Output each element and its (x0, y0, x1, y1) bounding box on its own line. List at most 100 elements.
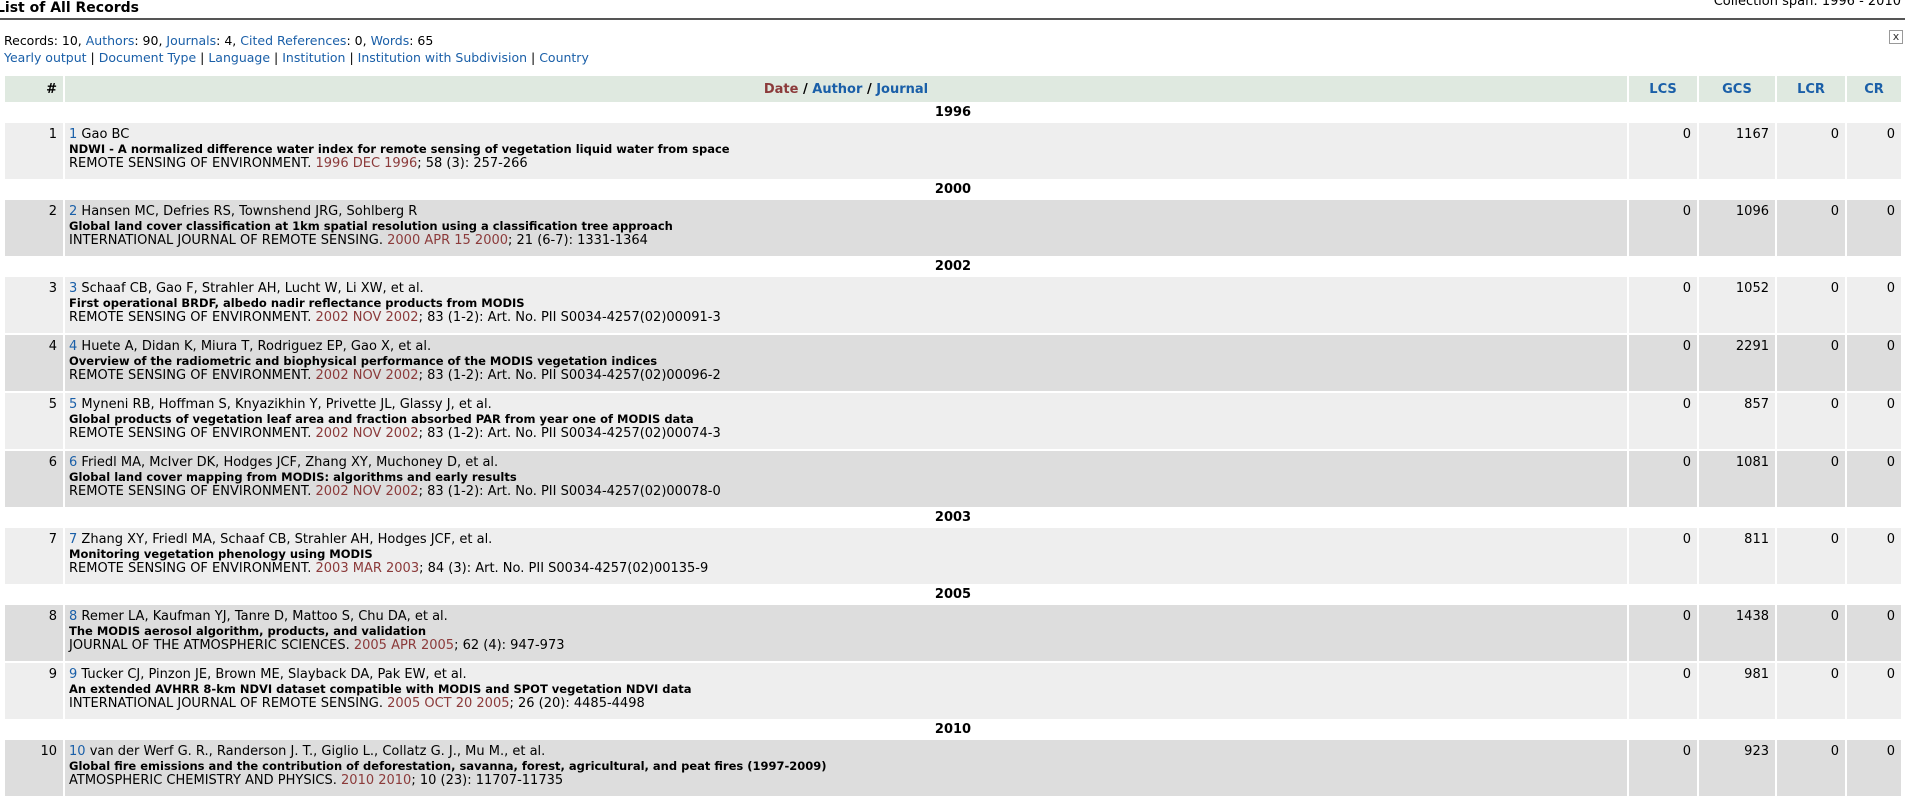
record-number: 1 (5, 123, 63, 179)
record-link[interactable]: 3 (69, 281, 77, 296)
sort-by-cr-link[interactable]: CR (1847, 76, 1901, 102)
record-number: 3 (5, 277, 63, 333)
record-link[interactable]: 7 (69, 532, 77, 547)
lcr-value: 0 (1777, 451, 1845, 507)
record-date: 2002 NOV 2002 (315, 484, 419, 499)
record-date: 2002 NOV 2002 (315, 368, 419, 383)
lcr-value: 0 (1777, 605, 1845, 661)
cr-value: 0 (1847, 451, 1901, 507)
sort-by-date-link[interactable]: Date (764, 82, 799, 97)
cr-value: 0 (1847, 605, 1901, 661)
journals-count: : 4, (216, 33, 237, 48)
sort-by-gcs-link[interactable]: GCS (1699, 76, 1775, 102)
record-source-line: REMOTE SENSING OF ENVIRONMENT. 1996 DEC … (69, 156, 1623, 171)
year-group-row: 2010 (5, 721, 1901, 738)
record-authors-line: 5 Myneni RB, Hoffman S, Knyazikhin Y, Pr… (69, 397, 1623, 412)
year-label: 2003 (5, 509, 1901, 526)
record-authors: Huete A, Didan K, Miura T, Rodriguez EP,… (81, 339, 432, 354)
record-title: The MODIS aerosol algorithm, products, a… (69, 624, 427, 638)
gcs-value: 1096 (1699, 200, 1775, 256)
record-date: 2000 APR 15 2000 (387, 233, 509, 248)
nav-link-institution-with-subdivision[interactable]: Institution with Subdivision (358, 50, 527, 65)
record-link[interactable]: 4 (69, 339, 77, 354)
lcs-value: 0 (1629, 277, 1697, 333)
record-link[interactable]: 5 (69, 397, 77, 412)
lcs-value: 0 (1629, 740, 1697, 796)
year-group-row: 2000 (5, 181, 1901, 198)
record-link[interactable]: 1 (69, 127, 77, 142)
cr-value: 0 (1847, 277, 1901, 333)
record-cell: 1 Gao BC NDWI - A normalized difference w… (65, 123, 1627, 179)
lcs-value: 0 (1629, 393, 1697, 449)
lcs-value: 0 (1629, 123, 1697, 179)
record-details: ; 58 (3): 257-266 (417, 156, 528, 171)
record-title: An extended AVHRR 8-km NDVI dataset comp… (69, 682, 692, 696)
record-source-line: REMOTE SENSING OF ENVIRONMENT. 2003 MAR … (69, 561, 1623, 576)
record-cell: 6 Friedl MA, McIver DK, Hodges JCF, Zhan… (65, 451, 1627, 507)
gcs-value: 923 (1699, 740, 1775, 796)
record-title: Monitoring vegetation phenology using MO… (69, 547, 373, 561)
record-title: First operational BRDF, albedo nadir ref… (69, 296, 525, 310)
record-link[interactable]: 9 (69, 667, 77, 682)
record-journal: JOURNAL OF THE ATMOSPHERIC SCIENCES. (69, 638, 350, 653)
record-authors: Schaaf CB, Gao F, Strahler AH, Lucht W, … (81, 281, 424, 296)
table-header-row: # Date / Author / Journal LCS GCS LCR CR (5, 76, 1901, 102)
record-details: ; 83 (1-2): Art. No. PII S0034-4257(02)0… (418, 426, 721, 441)
record-authors-line: 6 Friedl MA, McIver DK, Hodges JCF, Zhan… (69, 455, 1623, 470)
nav-separator: | (86, 50, 99, 65)
record-cell: 7 Zhang XY, Friedl MA, Schaaf CB, Strahl… (65, 528, 1627, 584)
nav-link-document-type[interactable]: Document Type (99, 50, 196, 65)
cited-references-link[interactable]: Cited References (240, 33, 346, 48)
record-journal: REMOTE SENSING OF ENVIRONMENT. (69, 156, 312, 171)
table-row: 66 Friedl MA, McIver DK, Hodges JCF, Zha… (5, 451, 1901, 507)
year-label: 1996 (5, 104, 1901, 121)
nav-separator: | (527, 50, 540, 65)
lcr-value: 0 (1777, 740, 1845, 796)
journals-link[interactable]: Journals (166, 33, 216, 48)
nav-link-yearly-output[interactable]: Yearly output (4, 50, 87, 65)
words-link[interactable]: Words (371, 33, 410, 48)
record-date: 2003 MAR 2003 (315, 561, 420, 576)
record-link[interactable]: 6 (69, 455, 77, 470)
page-title: List of All Records (0, 0, 139, 16)
record-authors-line: 4 Huete A, Didan K, Miura T, Rodriguez E… (69, 339, 1623, 354)
record-journal: INTERNATIONAL JOURNAL OF REMOTE SENSING. (69, 233, 383, 248)
year-label: 2002 (5, 258, 1901, 275)
record-authors: Hansen MC, Defries RS, Townshend JRG, So… (81, 204, 418, 219)
records-body: 1996 1 1 Gao BC NDWI - A normalized differe… (5, 104, 1901, 796)
sort-by-lcs-link[interactable]: LCS (1629, 76, 1697, 102)
record-journal: REMOTE SENSING OF ENVIRONMENT. (69, 368, 312, 383)
gcs-value: 981 (1699, 663, 1775, 719)
sort-by-journal-link[interactable]: Journal (876, 82, 928, 97)
record-authors: Gao BC (81, 127, 130, 142)
nav-link-institution[interactable]: Institution (282, 50, 345, 65)
col-header-number: # (5, 76, 63, 102)
record-link[interactable]: 2 (69, 204, 77, 219)
record-authors-line: 8 Remer LA, Kaufman YJ, Tanre D, Mattoo … (69, 609, 1623, 624)
year-label: 2000 (5, 181, 1901, 198)
nav-link-language[interactable]: Language (208, 50, 270, 65)
lcr-value: 0 (1777, 393, 1845, 449)
cr-value: 0 (1847, 663, 1901, 719)
table-row: 44 Huete A, Didan K, Miura T, Rodriguez … (5, 335, 1901, 391)
sort-by-author-link[interactable]: Author (812, 82, 862, 97)
table-row: 99 Tucker CJ, Pinzon JE, Brown ME, Slayb… (5, 663, 1901, 719)
year-group-row: 2002 (5, 258, 1901, 275)
gcs-value: 857 (1699, 393, 1775, 449)
records-count: Records: 10, (4, 33, 82, 48)
record-title: Global fire emissions and the contributi… (69, 759, 827, 773)
gcs-value: 1052 (1699, 277, 1775, 333)
year-group-row: 2005 (5, 586, 1901, 603)
nav-separator: | (345, 50, 358, 65)
authors-link[interactable]: Authors (86, 33, 135, 48)
record-details: ; 62 (4): 947-973 (454, 638, 565, 653)
sort-by-lcr-link[interactable]: LCR (1777, 76, 1845, 102)
nav-link-country[interactable]: Country (539, 50, 589, 65)
record-link[interactable]: 10 (69, 744, 86, 759)
record-details: ; 26 (20): 4485-4498 (509, 696, 645, 711)
record-link[interactable]: 8 (69, 609, 77, 624)
close-button[interactable]: x (1889, 30, 1903, 44)
summary-panel: Records: 10, Authors: 90, Journals: 4, C… (4, 32, 589, 66)
record-authors: Myneni RB, Hoffman S, Knyazikhin Y, Priv… (81, 397, 492, 412)
record-journal: ATMOSPHERIC CHEMISTRY AND PHYSICS. (69, 773, 337, 788)
